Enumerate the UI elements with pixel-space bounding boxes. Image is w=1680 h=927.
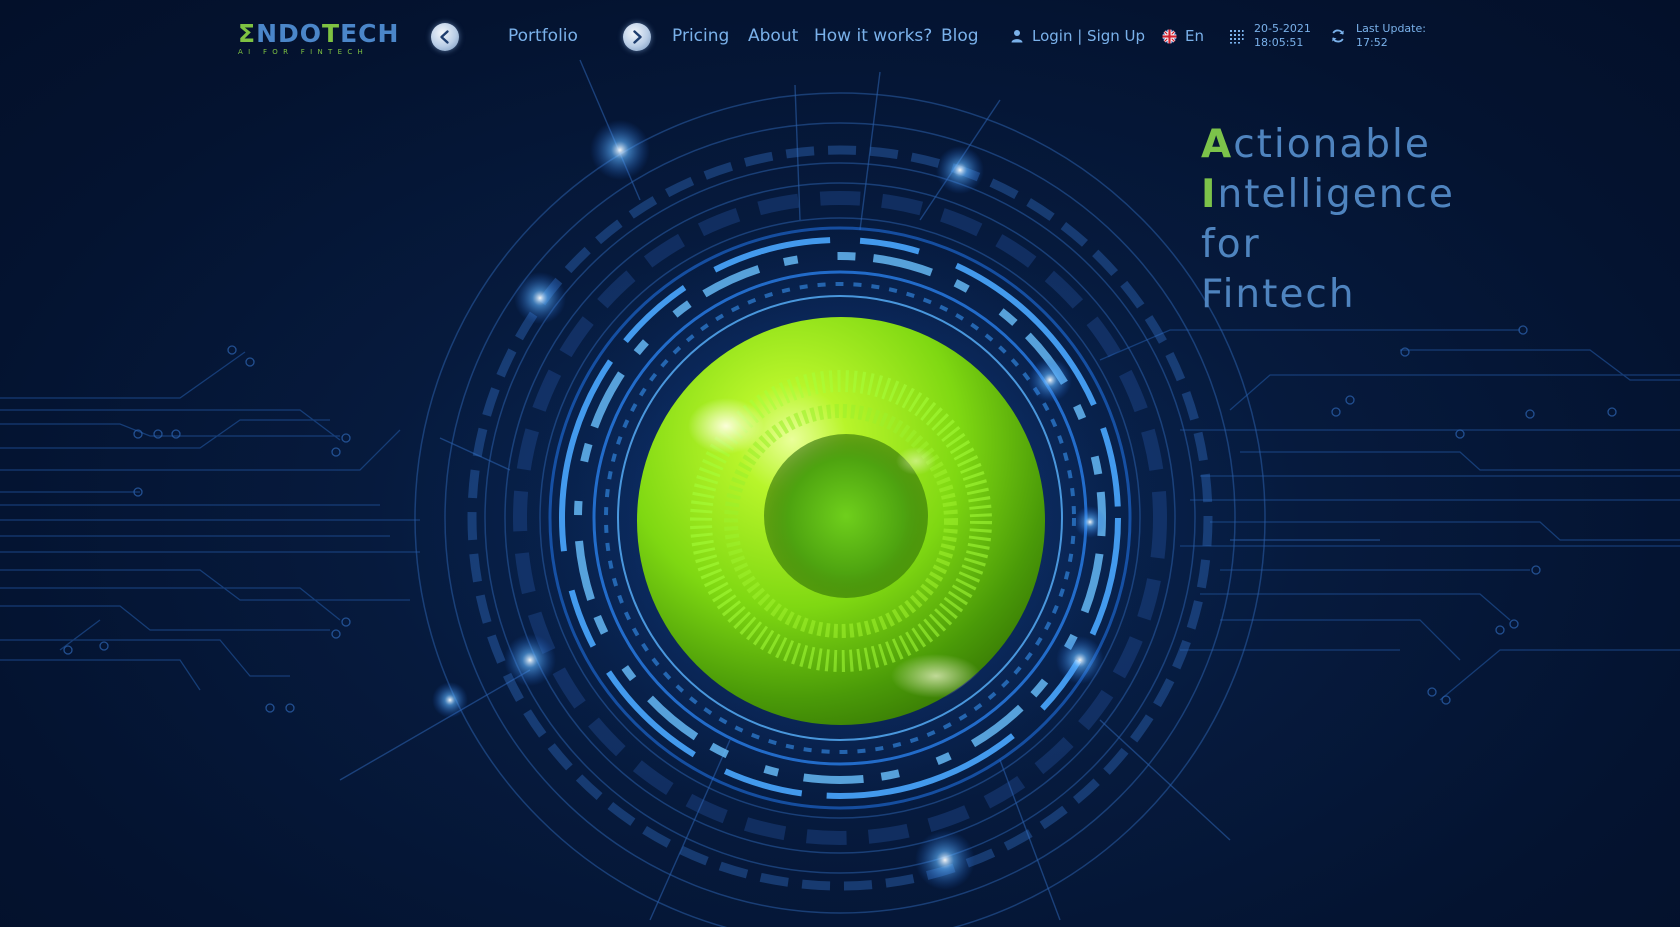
last-update-time: 17:52 (1356, 36, 1388, 49)
nav-portfolio[interactable]: Portfolio (508, 24, 578, 48)
nav-how-it-works[interactable]: How it works? (814, 24, 932, 48)
nav-pricing[interactable]: Pricing (672, 24, 729, 48)
chevron-right-icon (633, 30, 642, 44)
hero-tagline: Actionable Intelligence for Fintech (1201, 120, 1455, 320)
calendar-icon (1229, 29, 1244, 44)
nav-about[interactable]: About (748, 24, 798, 48)
language-selector[interactable]: En (1162, 24, 1204, 48)
last-update-display: Last Update: 17:52 (1330, 22, 1426, 50)
current-time: 18:05:51 (1254, 36, 1304, 49)
hero-stage: ΣNDOTECH AI FOR FINTECH Portfolio Pricin… (0, 0, 1680, 927)
datetime-display: 20-5-2021 18:05:51 (1229, 22, 1311, 50)
logo-wordmark: ΣNDOTECH (238, 19, 400, 48)
nav-next-button[interactable] (623, 23, 651, 51)
current-date: 20-5-2021 (1254, 22, 1311, 35)
top-navigation-bar: ΣNDOTECH AI FOR FINTECH Portfolio Pricin… (0, 0, 1680, 74)
endotech-logo[interactable]: ΣNDOTECH AI FOR FINTECH (238, 19, 400, 56)
tagline-line-intelligence: Intelligence (1201, 172, 1455, 217)
language-label: En (1185, 27, 1204, 45)
nav-blog[interactable]: Blog (941, 24, 979, 48)
login-signup-label: Login | Sign Up (1032, 27, 1146, 45)
last-update-label: Last Update: (1356, 22, 1426, 35)
login-signup-link[interactable]: Login | Sign Up (1010, 24, 1145, 48)
chevron-left-icon (440, 30, 449, 44)
ai-orb-graphic (637, 317, 1045, 725)
refresh-icon[interactable] (1330, 28, 1346, 44)
nav-prev-button[interactable] (431, 23, 459, 51)
logo-tagline: AI FOR FINTECH (238, 48, 369, 56)
uk-flag-icon (1162, 29, 1177, 44)
user-icon (1010, 29, 1024, 43)
tagline-line-fintech: Fintech (1201, 272, 1356, 317)
tagline-line-actionable: Actionable (1201, 122, 1431, 167)
tagline-line-for: for (1201, 222, 1261, 267)
